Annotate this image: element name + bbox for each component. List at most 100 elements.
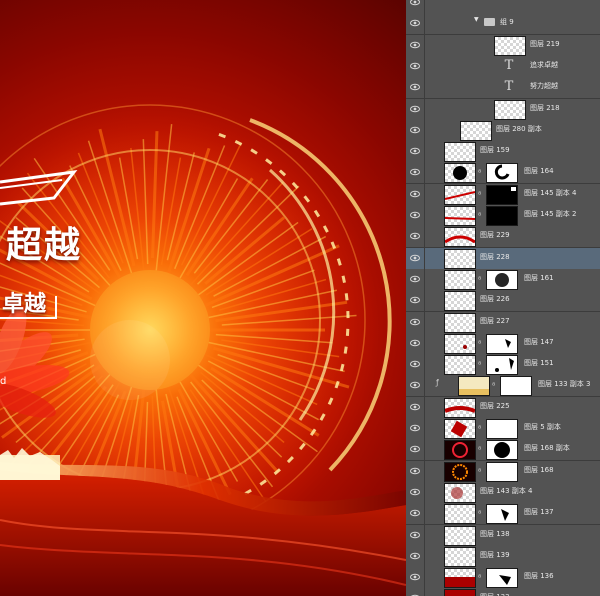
layer-row[interactable]: 图层 225	[406, 396, 600, 419]
layer-row[interactable]: 图层 227	[406, 311, 600, 334]
visibility-toggle[interactable]	[406, 0, 425, 13]
eye-icon	[410, 83, 420, 91]
layer-row[interactable]: 图层 226	[406, 290, 600, 313]
layer-row[interactable]: ⁸ 图层 161	[406, 268, 600, 291]
visibility-toggle[interactable]	[406, 141, 425, 163]
layer-thumbnail	[444, 546, 476, 567]
layer-mask-thumbnail[interactable]	[486, 269, 518, 290]
layer-row[interactable]: 图层 228	[406, 247, 600, 270]
layer-mask-thumbnail[interactable]	[500, 376, 532, 397]
layer-name: 追求卓越	[530, 60, 558, 69]
visibility-toggle[interactable]	[406, 290, 425, 312]
layer-row[interactable]: ⁸ 图层 164	[406, 162, 600, 185]
layers-panel: 细色蒙版 ▼ 组 9 图层 219 T 追求卓越 T 努力超越图层 218 图层 280 副本图…	[406, 0, 600, 596]
mask-link-icon[interactable]: ⁸	[478, 467, 484, 476]
layer-row[interactable]: ⁸ 图层 145 副本 4	[406, 183, 600, 206]
visibility-toggle[interactable]	[406, 545, 425, 567]
visibility-toggle[interactable]	[406, 418, 425, 439]
visibility-toggle[interactable]	[406, 34, 425, 56]
layer-row[interactable]: ⁸ 图层 136	[406, 567, 600, 590]
visibility-toggle[interactable]	[406, 332, 425, 354]
mask-link-icon[interactable]: ⁸	[492, 381, 498, 390]
layer-mask-thumbnail[interactable]	[486, 568, 518, 589]
mask-link-icon[interactable]: ⁸	[478, 275, 484, 284]
visibility-toggle[interactable]	[406, 567, 425, 589]
eye-icon	[410, 360, 420, 368]
mask-link-icon[interactable]: ⁸	[478, 424, 484, 433]
visibility-toggle[interactable]	[406, 77, 425, 99]
mask-link-icon[interactable]: ⁸	[478, 168, 484, 177]
layer-thumbnail	[444, 482, 476, 503]
layer-row[interactable]: ƒ ⁸ 图层 133 副本 3	[406, 375, 600, 398]
layer-thumbnail	[444, 440, 476, 461]
visibility-toggle[interactable]	[406, 524, 425, 546]
eye-icon	[410, 531, 420, 538]
layer-row[interactable]: ⁸ 图层 168 副本	[406, 439, 600, 462]
visibility-toggle[interactable]	[406, 311, 425, 333]
layer-row[interactable]: 图层 133	[406, 588, 600, 596]
layer-thumbnail	[444, 269, 476, 290]
layer-mask-thumbnail[interactable]	[486, 184, 518, 205]
layer-row[interactable]: ⁸ 图层 137	[406, 503, 600, 526]
layer-thumbnail	[444, 184, 476, 205]
mask-link-icon[interactable]: ⁸	[478, 190, 484, 199]
visibility-toggle[interactable]	[406, 13, 425, 35]
visibility-toggle[interactable]	[406, 162, 425, 184]
visibility-toggle[interactable]	[406, 588, 425, 596]
visibility-toggle[interactable]	[406, 55, 425, 77]
layer-mask-thumbnail[interactable]	[486, 461, 518, 482]
layer-row[interactable]: 图层 229	[406, 226, 600, 249]
layer-name: 图层 164	[524, 167, 554, 176]
mask-link-icon[interactable]: ⁸	[478, 360, 484, 369]
visibility-toggle[interactable]	[406, 183, 425, 205]
visibility-toggle[interactable]	[406, 226, 425, 248]
layer-mask-thumbnail[interactable]	[486, 419, 518, 439]
layer-row[interactable]: T 努力超越	[406, 77, 600, 100]
folder-icon	[484, 18, 495, 27]
layer-row[interactable]: ▼ 组 9	[406, 13, 600, 36]
layer-row[interactable]: ⁸ 图层 145 副本 2	[406, 205, 600, 227]
visibility-toggle[interactable]	[406, 460, 425, 482]
layer-mask-thumbnail[interactable]	[486, 163, 518, 184]
mask-link-icon[interactable]: ⁸	[478, 211, 484, 220]
visibility-toggle[interactable]	[406, 119, 425, 141]
mask-link-icon[interactable]: ⁸	[478, 573, 484, 582]
layer-mask-thumbnail[interactable]	[486, 206, 518, 226]
layer-mask-thumbnail[interactable]	[486, 333, 518, 354]
layer-row[interactable]: ⁸ 图层 147	[406, 332, 600, 355]
group-expand-icon[interactable]: ▼	[474, 16, 479, 23]
visibility-toggle[interactable]	[406, 205, 425, 226]
layer-row[interactable]: 细色蒙版	[406, 0, 600, 14]
layer-name: 图层 147	[524, 337, 554, 346]
visibility-toggle[interactable]	[406, 481, 425, 503]
layer-name: 图层 145 副本 2	[524, 210, 577, 218]
visibility-toggle[interactable]	[406, 503, 425, 525]
layer-row[interactable]: ⁸ 图层 168	[406, 460, 600, 483]
layer-row[interactable]: ⁸ 图层 151	[406, 354, 600, 377]
layer-mask-thumbnail[interactable]	[486, 504, 518, 525]
layer-row[interactable]: 图层 139	[406, 545, 600, 568]
layer-row[interactable]: ⁸ 图层 5 副本	[406, 418, 600, 440]
layer-row[interactable]: 图层 143 副本 4	[406, 481, 600, 504]
document-canvas[interactable]: 超越 卓越 d	[0, 0, 406, 596]
layer-row[interactable]: 图层 219	[406, 34, 600, 57]
visibility-toggle[interactable]	[406, 247, 425, 269]
layer-row[interactable]: T 追求卓越	[406, 55, 600, 78]
visibility-toggle[interactable]	[406, 268, 425, 290]
layer-row[interactable]: 图层 138	[406, 524, 600, 547]
visibility-toggle[interactable]	[406, 375, 425, 397]
eye-icon	[410, 62, 420, 70]
visibility-toggle[interactable]	[406, 98, 425, 120]
layer-mask-thumbnail[interactable]	[486, 440, 518, 461]
layer-mask-thumbnail[interactable]	[486, 355, 518, 376]
visibility-toggle[interactable]	[406, 439, 425, 461]
layer-row[interactable]: 图层 159	[406, 141, 600, 164]
visibility-toggle[interactable]	[406, 354, 425, 376]
layer-row[interactable]: 图层 280 副本	[406, 119, 600, 142]
layer-name: 图层 137	[524, 508, 554, 517]
layer-row[interactable]: 图层 218	[406, 98, 600, 121]
mask-link-icon[interactable]: ⁸	[478, 509, 484, 518]
visibility-toggle[interactable]	[406, 396, 425, 418]
mask-link-icon[interactable]: ⁸	[478, 445, 484, 454]
mask-link-icon[interactable]: ⁸	[478, 339, 484, 348]
